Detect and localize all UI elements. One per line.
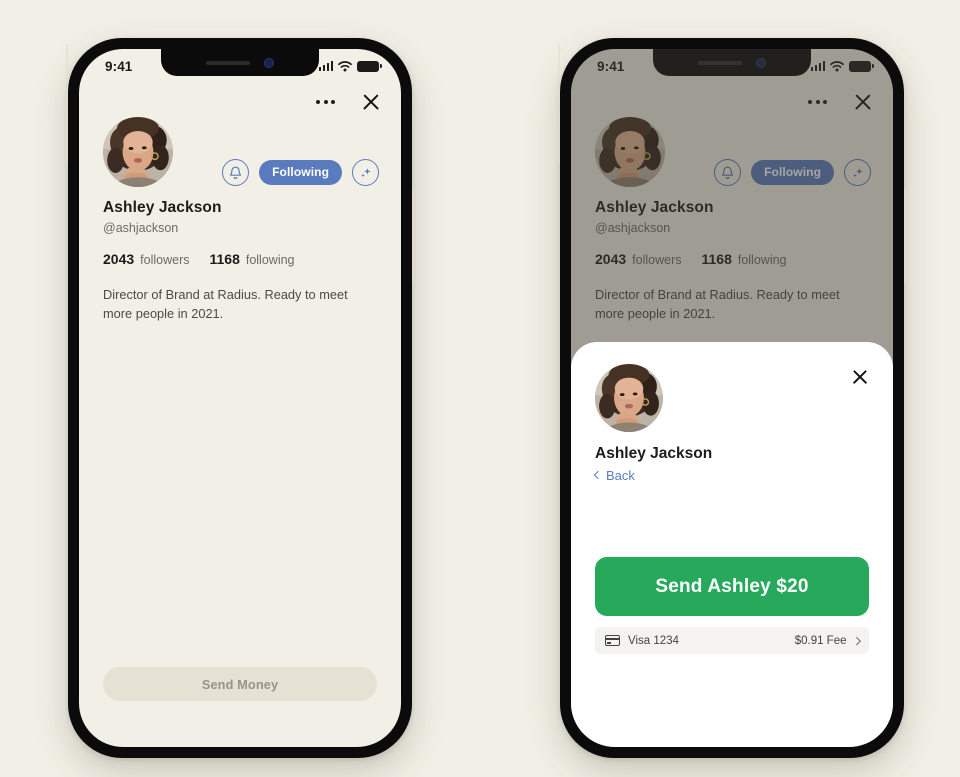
more-options-icon[interactable] bbox=[316, 100, 335, 104]
close-icon[interactable] bbox=[361, 92, 381, 112]
sheet-close-icon[interactable] bbox=[851, 368, 869, 386]
payment-fee-label: $0.91 Fee bbox=[794, 634, 847, 647]
send-money-button[interactable]: Send Money bbox=[103, 667, 377, 701]
profile-stats: 2043 followers 1168 following bbox=[103, 251, 377, 267]
profile-header: Following Ashley Jackson @ashjackson 204… bbox=[79, 117, 401, 323]
screenshot-stage: 9:41 Following Ashley Jackson @ashjackso… bbox=[0, 0, 960, 777]
phone-screen-payment: 9:41 Following Ashley Jackson @ashjackso… bbox=[571, 49, 893, 747]
profile-action-buttons: Following bbox=[222, 159, 379, 186]
profile-bio: Director of Brand at Radius. Ready to me… bbox=[103, 287, 348, 321]
avatar bbox=[103, 117, 173, 187]
profile-top-actions bbox=[316, 92, 381, 112]
sparkle-add-icon-button[interactable] bbox=[352, 159, 379, 186]
bell-icon bbox=[230, 166, 242, 179]
back-label: Back bbox=[606, 468, 635, 483]
front-camera-icon bbox=[264, 57, 274, 68]
credit-card-icon bbox=[604, 635, 621, 646]
wifi-icon bbox=[338, 60, 352, 71]
status-icons bbox=[318, 60, 382, 72]
profile-display-name: Ashley Jackson bbox=[103, 199, 222, 216]
payment-method-row[interactable]: Visa 1234 $0.91 Fee bbox=[595, 627, 869, 654]
following-button[interactable]: Following bbox=[259, 160, 342, 185]
device-notch bbox=[161, 49, 319, 76]
payment-sheet: Ashley Jackson Back Send Ashley $20 Visa… bbox=[571, 342, 893, 747]
send-amount-button[interactable]: Send Ashley $20 bbox=[595, 557, 869, 616]
cellular-signal-icon bbox=[318, 61, 333, 71]
battery-icon bbox=[357, 60, 382, 72]
followers-count: 2043 bbox=[103, 251, 135, 267]
chevron-right-icon bbox=[852, 636, 861, 645]
profile-handle: @ashjackson bbox=[103, 221, 179, 235]
phone-screen-profile: 9:41 Following Ashley Jackson @ashjackso… bbox=[79, 49, 401, 747]
following-label: following bbox=[245, 253, 295, 267]
phone-mockup-payment: 9:41 Following Ashley Jackson @ashjackso… bbox=[557, 38, 907, 758]
chevron-left-icon bbox=[593, 470, 603, 480]
following-count: 1168 bbox=[209, 251, 240, 267]
phone-mockup-profile: 9:41 Following Ashley Jackson @ashjackso… bbox=[65, 38, 415, 758]
speaker-slit-icon bbox=[206, 60, 250, 65]
sheet-recipient-name: Ashley Jackson bbox=[595, 445, 713, 462]
followers-label: followers bbox=[140, 253, 190, 267]
sheet-avatar bbox=[595, 364, 663, 432]
sparkle-add-icon bbox=[360, 167, 371, 177]
bell-icon-button[interactable] bbox=[222, 159, 250, 186]
payment-method-label: Visa 1234 bbox=[628, 634, 679, 647]
status-time: 9:41 bbox=[105, 58, 133, 74]
back-link[interactable]: Back bbox=[593, 468, 869, 483]
